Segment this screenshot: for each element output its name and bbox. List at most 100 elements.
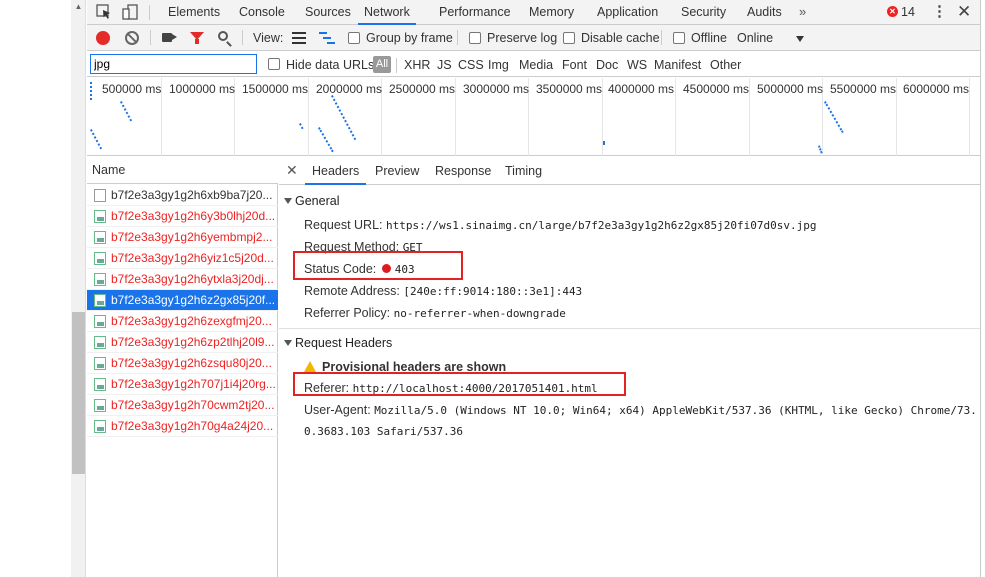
request-name: b7f2e3a3gy1g2h6y3b0lhj20d... [111, 209, 276, 223]
request-row[interactable]: b7f2e3a3gy1g2h6yembmpj2... [87, 227, 278, 248]
record-icon[interactable] [96, 31, 110, 45]
request-row[interactable]: b7f2e3a3gy1g2h6zsqu80j20... [87, 353, 278, 374]
request-name: b7f2e3a3gy1g2h6z2gx85j20f... [111, 293, 276, 307]
request-name: b7f2e3a3gy1g2h6yiz1c5j20d... [111, 251, 274, 265]
tab-performance[interactable]: Performance [439, 0, 511, 25]
timeline-divider [308, 78, 309, 156]
request-row[interactable]: b7f2e3a3gy1g2h707j1i4j20rg... [87, 374, 278, 395]
filter-type-all[interactable]: All [373, 56, 391, 73]
general-section-header[interactable]: General [284, 194, 339, 208]
throttling-dropdown-icon[interactable] [796, 36, 804, 42]
device-toolbar-icon[interactable] [122, 4, 138, 20]
collapse-triangle-icon[interactable] [284, 340, 292, 346]
image-icon [94, 252, 106, 265]
tab-timing[interactable]: Timing [505, 157, 542, 185]
filter-type-other[interactable]: Other [710, 52, 741, 77]
filter-type-js[interactable]: JS [437, 52, 452, 77]
overview-waterfall-icon[interactable] [319, 32, 335, 44]
filter-type-ws[interactable]: WS [627, 52, 647, 77]
section-title: Request Headers [295, 336, 393, 350]
filter-icon[interactable] [190, 32, 204, 44]
preserve-log-label: Preserve log [487, 31, 558, 45]
inspect-element-icon[interactable] [96, 4, 112, 20]
customize-menu-icon[interactable]: ⋮ [932, 0, 947, 25]
request-name: b7f2e3a3gy1g2h6xb9ba7j20... [111, 188, 273, 202]
tab-headers[interactable]: Headers [305, 157, 367, 185]
group-by-frame-checkbox[interactable] [348, 32, 360, 44]
request-waterfall-dots [299, 123, 304, 130]
request-name: b7f2e3a3gy1g2h70g4a24j20... [111, 419, 274, 433]
filter-type-manifest[interactable]: Manifest [654, 52, 701, 77]
image-icon [94, 210, 106, 223]
tab-elements[interactable]: Elements [168, 0, 220, 25]
tab-network[interactable]: Network [358, 0, 416, 25]
tab-application[interactable]: Application [597, 0, 658, 25]
preserve-log-checkbox[interactable] [469, 32, 481, 44]
offline-checkbox[interactable] [673, 32, 685, 44]
filter-type-font[interactable]: Font [562, 52, 587, 77]
tab-sources[interactable]: Sources [305, 0, 351, 25]
tab-audits[interactable]: Audits [747, 0, 782, 25]
user-agent-row: User-Agent: Mozilla/5.0 (Windows NT 10.0… [304, 403, 977, 417]
name-column-header[interactable]: Name [87, 157, 278, 184]
timeline-label: 3500000 ms [536, 82, 603, 96]
filter-input[interactable] [90, 54, 257, 74]
request-row[interactable]: b7f2e3a3gy1g2h6zexgfmj20... [87, 311, 278, 332]
request-row[interactable]: b7f2e3a3gy1g2h70g4a24j20... [87, 416, 278, 437]
referrer-policy-value: no-referrer-when-downgrade [393, 307, 566, 320]
image-icon [94, 378, 106, 391]
request-row[interactable]: b7f2e3a3gy1g2h6yiz1c5j20d... [87, 248, 278, 269]
disable-cache-label: Disable cache [581, 31, 660, 45]
request-row[interactable]: b7f2e3a3gy1g2h6zp2tlhj20l9... [87, 332, 278, 353]
request-row[interactable]: b7f2e3a3gy1g2h6ytxla3j20dj... [87, 269, 278, 290]
timeline-label: 2500000 ms [389, 82, 456, 96]
network-toolbar: View: Group by frame Preserve log Disabl… [87, 25, 980, 51]
capture-screenshots-icon[interactable] [162, 33, 177, 42]
clear-icon[interactable] [125, 31, 139, 45]
tab-memory[interactable]: Memory [529, 0, 574, 25]
large-request-rows-icon[interactable] [292, 32, 306, 44]
disable-cache-checkbox[interactable] [563, 32, 575, 44]
more-tabs-chevron-icon[interactable]: » [799, 0, 806, 25]
timeline-divider [675, 78, 676, 156]
group-by-frame-label: Group by frame [366, 31, 453, 45]
tab-security[interactable]: Security [681, 0, 726, 25]
request-row[interactable]: b7f2e3a3gy1g2h6y3b0lhj20d... [87, 206, 278, 227]
tab-preview[interactable]: Preview [375, 157, 419, 185]
throttling-select[interactable]: Online [737, 25, 773, 51]
request-headers-section-header[interactable]: Request Headers [284, 336, 392, 350]
toolbar-divider [242, 30, 243, 45]
error-count[interactable]: 14 [901, 0, 915, 25]
header-key: Request URL: [304, 218, 383, 232]
tab-console[interactable]: Console [239, 0, 285, 25]
error-icon[interactable]: ✕ [887, 6, 898, 17]
vertical-scrollbar[interactable] [71, 0, 86, 577]
close-details-icon[interactable]: ✕ [286, 157, 298, 185]
filter-bar: Hide data URLs All XHR JS CSS Img Media … [87, 52, 980, 77]
request-details-panel: ✕ Headers Preview Response Timing Genera… [279, 157, 980, 577]
scrollbar-thumb[interactable] [72, 312, 85, 474]
filter-type-css[interactable]: CSS [458, 52, 484, 77]
timeline-overview[interactable]: 500000 ms 1000000 ms 1500000 ms 2000000 … [87, 78, 980, 156]
collapse-triangle-icon[interactable] [284, 198, 292, 204]
close-devtools-icon[interactable]: ✕ [957, 0, 971, 25]
file-icon [94, 189, 106, 202]
filter-type-img[interactable]: Img [488, 52, 509, 77]
referer-highlight-box [293, 372, 626, 396]
details-tab-bar: ✕ Headers Preview Response Timing [279, 157, 980, 185]
toolbar-divider [457, 30, 458, 45]
scroll-up-arrow-icon[interactable]: ▲ [71, 0, 86, 14]
request-row[interactable]: b7f2e3a3gy1g2h70cwm2tj20... [87, 395, 278, 416]
request-row[interactable]: b7f2e3a3gy1g2h6xb9ba7j20... [87, 185, 278, 206]
filter-type-xhr[interactable]: XHR [404, 52, 430, 77]
search-icon[interactable] [218, 31, 228, 41]
filter-type-media[interactable]: Media [519, 52, 553, 77]
image-icon [94, 420, 106, 433]
request-waterfall-dots [331, 95, 357, 141]
request-waterfall-dots [120, 101, 133, 122]
filter-type-doc[interactable]: Doc [596, 52, 618, 77]
request-row-selected[interactable]: b7f2e3a3gy1g2h6z2gx85j20f... [87, 290, 278, 311]
hide-data-urls-checkbox[interactable] [268, 58, 280, 70]
request-waterfall-dots [603, 141, 605, 145]
tab-response[interactable]: Response [435, 157, 491, 185]
